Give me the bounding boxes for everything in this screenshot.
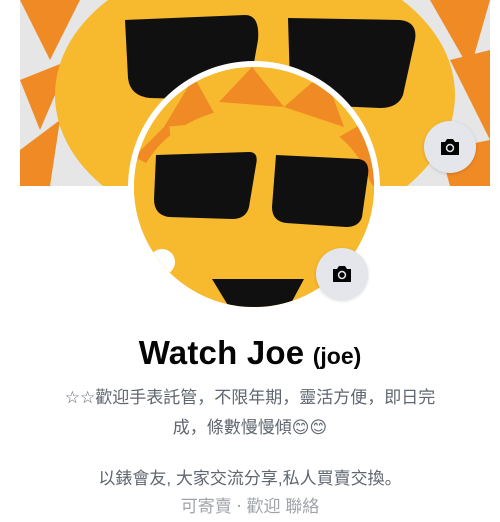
profile-bio-cutoff: 可寄賣 ‧ 歡迎 聯絡: [30, 492, 470, 522]
profile-picture-camera-button[interactable]: [316, 248, 368, 300]
profile-name: Watch Joe: [138, 334, 305, 371]
cover-photo-camera-button[interactable]: [424, 121, 476, 173]
bio-line: 可寄賣 ‧ 歡迎 聯絡: [180, 497, 320, 516]
profile-bio: ☆☆歡迎手表託管，不限年期，靈活方便，即日完 成，條數慢慢傾😊😊: [30, 383, 470, 443]
bio-line: 成，條數慢慢傾😊😊: [172, 418, 328, 437]
camera-icon: [441, 139, 459, 155]
profile-alternate-name: (joe): [312, 343, 362, 369]
profile-name-row: Watch Joe (joe): [0, 334, 500, 372]
bio-line: 以錶會友, 大家交流分享,私人買賣交換。: [98, 469, 402, 488]
profile-bio-secondary: 以錶會友, 大家交流分享,私人買賣交換。: [30, 464, 470, 494]
camera-icon: [333, 266, 351, 282]
bio-line: ☆☆歡迎手表託管，不限年期，靈活方便，即日完: [64, 388, 436, 407]
